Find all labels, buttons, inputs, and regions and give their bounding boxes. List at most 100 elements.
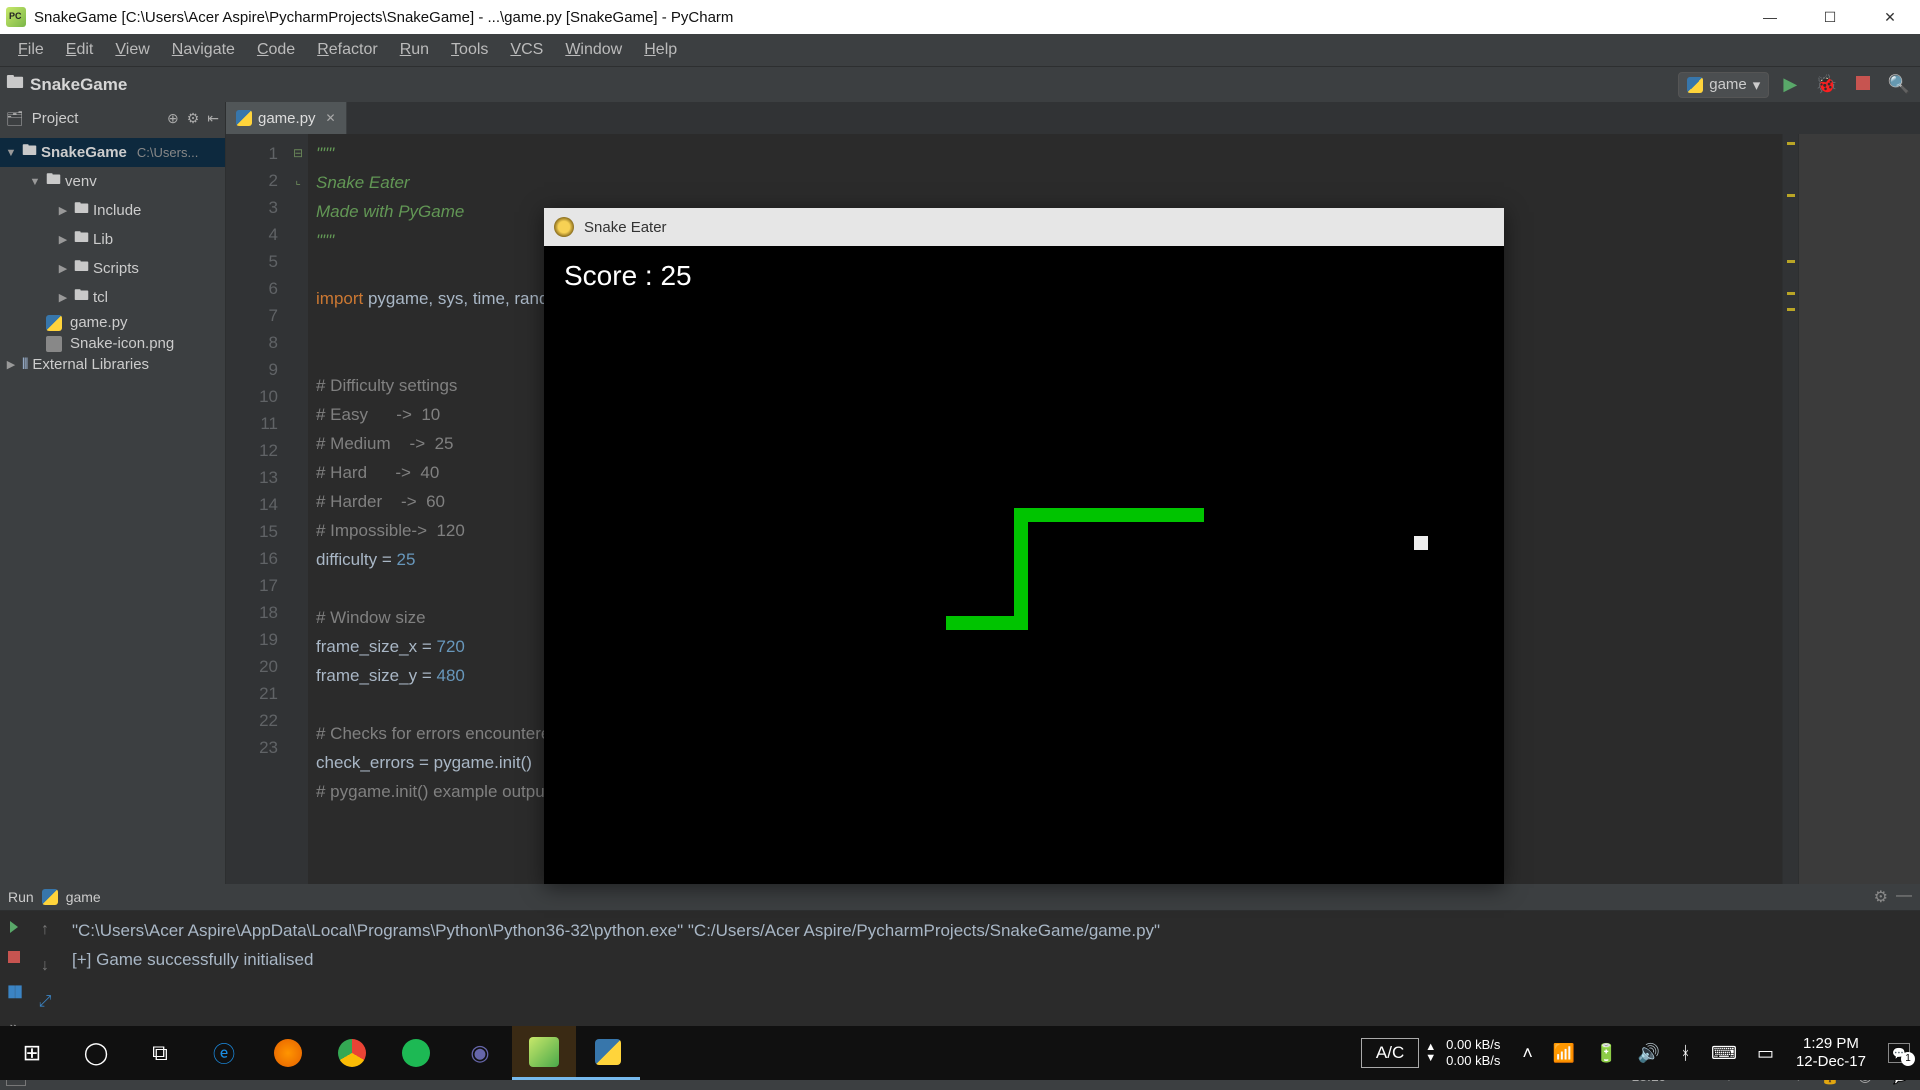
pause-button[interactable]: ▮▮ xyxy=(7,981,21,1001)
python-icon xyxy=(236,110,252,126)
speed-arrows: ▲▼ xyxy=(1425,1042,1436,1064)
wifi-icon[interactable]: 📶 xyxy=(1553,1043,1575,1064)
tree-include[interactable]: ▶ 🖿 Include xyxy=(0,196,225,225)
stop-process-button[interactable] xyxy=(8,951,20,963)
battery-icon[interactable]: 🔋 xyxy=(1595,1043,1617,1064)
warning-mark[interactable] xyxy=(1787,260,1795,263)
volume-icon[interactable]: 🔊 xyxy=(1638,1043,1660,1064)
tree-snakeicon[interactable]: Snake-icon.png xyxy=(0,333,225,354)
expand-icon[interactable]: ▶ xyxy=(56,291,70,304)
tree-root[interactable]: ▼ 🖿 SnakeGame C:\Users... xyxy=(0,138,225,167)
folder-icon: 🖿 xyxy=(22,140,37,165)
gear-icon[interactable]: ⚙ xyxy=(187,110,200,127)
debug-button[interactable]: 🐞 xyxy=(1811,72,1841,97)
menu-vcs[interactable]: VCS xyxy=(500,39,553,61)
run-config-selector[interactable]: game ▾ xyxy=(1678,72,1769,98)
expand-icon[interactable]: ▶ xyxy=(56,233,70,246)
edge-button[interactable]: ⓔ xyxy=(192,1026,256,1080)
hide-icon[interactable]: — xyxy=(1896,887,1912,907)
clock[interactable]: 1:29 PM 12-Dec-17 xyxy=(1784,1035,1878,1071)
python-icon xyxy=(1687,77,1703,93)
pygame-titlebar[interactable]: Snake Eater xyxy=(544,208,1504,246)
snake-segment xyxy=(1014,508,1204,522)
tree-gamepy[interactable]: game.py xyxy=(0,312,225,333)
menu-navigate[interactable]: Navigate xyxy=(162,39,245,61)
tree-lib[interactable]: ▶ 🖿 Lib xyxy=(0,225,225,254)
stop-button[interactable] xyxy=(1852,72,1874,97)
menu-code[interactable]: Code xyxy=(247,39,305,61)
score-text: Score : 25 xyxy=(564,260,692,294)
menubar: File Edit View Navigate Code Refactor Ru… xyxy=(0,34,1920,66)
spotify-button[interactable] xyxy=(384,1026,448,1080)
system-tray[interactable]: ˄ 📶 🔋 🔊 ᚼ ⌨ ▭ xyxy=(1512,1043,1784,1064)
menu-run[interactable]: Run xyxy=(390,39,439,61)
down-icon[interactable]: ↓ xyxy=(41,957,49,975)
close-tab-icon[interactable]: ✕ xyxy=(326,111,336,125)
spotify-icon xyxy=(402,1039,430,1067)
start-button[interactable]: ⊞ xyxy=(0,1026,64,1080)
warning-mark[interactable] xyxy=(1787,142,1795,145)
expand-icon[interactable]: ▼ xyxy=(28,176,42,188)
pygame-window[interactable]: Snake Eater Score : 25 xyxy=(544,208,1504,884)
chrome-button[interactable] xyxy=(320,1026,384,1080)
tree-tcl-label: tcl xyxy=(93,289,108,306)
tree-venv[interactable]: ▼ 🖿 venv xyxy=(0,167,225,196)
up-icon[interactable]: ↑ xyxy=(41,921,49,939)
breadcrumb-root[interactable]: SnakeGame xyxy=(30,75,127,95)
project-sidebar[interactable]: ▼ 🖿 SnakeGame C:\Users... ▼ 🖿 venv ▶ 🖿 I… xyxy=(0,134,226,884)
net-stats[interactable]: 0.00 kB/s 0.00 kB/s xyxy=(1446,1037,1500,1069)
minimize-button[interactable]: — xyxy=(1740,0,1800,34)
tree-external[interactable]: ▶ ⫴ External Libraries xyxy=(0,354,225,375)
run-button[interactable]: ▶ xyxy=(1779,72,1801,97)
hide-icon[interactable]: ⇤ xyxy=(207,110,219,127)
expand-icon[interactable]: ▶ xyxy=(4,358,18,371)
steam-button[interactable]: ◉ xyxy=(448,1026,512,1080)
cortana-button[interactable]: ◯ xyxy=(64,1026,128,1080)
ac-indicator[interactable]: A/C xyxy=(1361,1038,1419,1068)
menu-help[interactable]: Help xyxy=(634,39,687,61)
tray-chevron-icon[interactable]: ˄ xyxy=(1522,1043,1533,1064)
input-icon[interactable]: ▭ xyxy=(1757,1043,1774,1064)
project-tool-header[interactable]: 🗂 Project ⊕ ⚙ ⇤ xyxy=(0,102,226,134)
rerun-button[interactable] xyxy=(10,921,18,933)
firefox-button[interactable] xyxy=(256,1026,320,1080)
food-pixel xyxy=(1414,536,1428,550)
menu-view[interactable]: View xyxy=(105,39,159,61)
notifications-button[interactable]: 💬 xyxy=(1888,1043,1910,1063)
folder-icon: 🖿 xyxy=(6,70,24,100)
menu-edit[interactable]: Edit xyxy=(56,39,104,61)
menu-refactor[interactable]: Refactor xyxy=(307,39,387,61)
run-tool-label: Run xyxy=(8,889,34,905)
keyboard-icon[interactable]: ⌨ xyxy=(1711,1043,1737,1064)
warning-mark[interactable] xyxy=(1787,194,1795,197)
warning-mark[interactable] xyxy=(1787,292,1795,295)
tab-gamepy[interactable]: game.py ✕ xyxy=(226,102,347,134)
pycharm-taskbar-button[interactable] xyxy=(512,1026,576,1080)
maximize-button[interactable]: ☐ xyxy=(1800,0,1860,34)
close-button[interactable]: ✕ xyxy=(1860,0,1920,34)
expand-icon[interactable]: ▶ xyxy=(56,204,70,217)
task-view-button[interactable]: ⧉ xyxy=(128,1026,192,1080)
menu-window[interactable]: Window xyxy=(555,39,632,61)
tree-root-label: SnakeGame xyxy=(41,144,127,161)
library-icon: ⫴ xyxy=(22,356,28,373)
python-taskbar-button[interactable] xyxy=(576,1026,640,1080)
expand-icon[interactable]: ▼ xyxy=(4,147,18,159)
pygame-canvas[interactable]: Score : 25 xyxy=(544,246,1504,884)
menu-file[interactable]: File xyxy=(8,39,54,61)
expand-icon[interactable]: ▶ xyxy=(56,262,70,275)
collapse-icon[interactable]: ⊕ xyxy=(167,110,179,127)
search-button[interactable]: 🔍 xyxy=(1884,72,1914,97)
error-stripe[interactable] xyxy=(1782,134,1798,884)
menu-tools[interactable]: Tools xyxy=(441,39,498,61)
toggle-softwrap-button[interactable]: ⤢ xyxy=(39,993,52,1011)
settings-icon[interactable]: ⚙ xyxy=(1874,887,1888,907)
tree-scripts[interactable]: ▶ 🖿 Scripts xyxy=(0,254,225,283)
line-gutter: 1234567891011121314151617181920212223 xyxy=(226,134,288,884)
warning-mark[interactable] xyxy=(1787,308,1795,311)
tree-scripts-label: Scripts xyxy=(93,260,139,277)
run-tool-header[interactable]: Run game ⚙ — xyxy=(0,884,1920,910)
window-title: SnakeGame [C:\Users\Acer Aspire\PycharmP… xyxy=(34,9,733,26)
bluetooth-icon[interactable]: ᚼ xyxy=(1680,1043,1691,1064)
tree-tcl[interactable]: ▶ 🖿 tcl xyxy=(0,283,225,312)
